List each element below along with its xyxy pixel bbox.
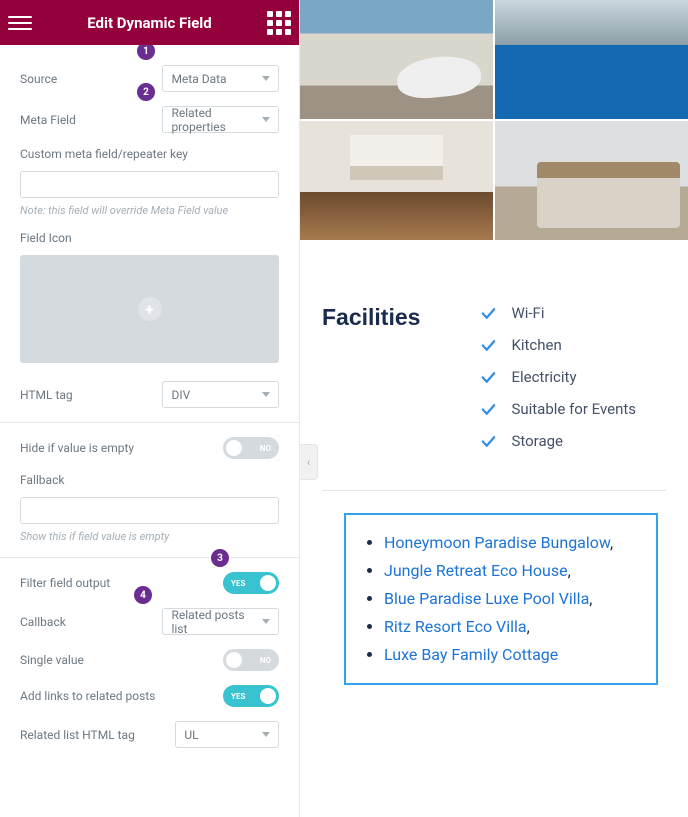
- single-toggle[interactable]: NO: [223, 649, 279, 671]
- apps-grid-icon[interactable]: [267, 11, 291, 35]
- filter-toggle[interactable]: YES: [223, 572, 279, 594]
- panel-body: 1 Source Meta Data 2 Meta Field Related …: [0, 45, 299, 817]
- related-post-item: Luxe Bay Family Cottage: [384, 641, 636, 669]
- editor-panel: Edit Dynamic Field 1 Source Meta Data 2 …: [0, 0, 300, 817]
- facility-item: Kitchen: [480, 336, 636, 354]
- related-post-link[interactable]: Blue Paradise Luxe Pool Villa: [384, 589, 589, 608]
- menu-icon[interactable]: [8, 16, 32, 30]
- photo-bedroom: [495, 121, 688, 240]
- divider: [322, 490, 666, 491]
- source-select[interactable]: Meta Data: [162, 65, 279, 92]
- related-post-link[interactable]: Luxe Bay Family Cottage: [384, 645, 558, 664]
- addlinks-toggle[interactable]: YES: [223, 685, 279, 707]
- related-posts-list: Honeymoon Paradise Bungalow,Jungle Retre…: [376, 529, 636, 669]
- listtag-value: UL: [184, 728, 198, 742]
- callback-select[interactable]: Related posts list: [162, 608, 279, 635]
- listtag-select[interactable]: UL: [175, 721, 279, 748]
- hideempty-label: Hide if value is empty: [20, 441, 134, 455]
- metafield-label: Meta Field: [20, 113, 162, 127]
- chevron-down-icon: [262, 392, 270, 397]
- collapse-panel-icon[interactable]: ‹: [300, 444, 318, 480]
- photo-pool: [495, 0, 688, 119]
- related-post-link[interactable]: Jungle Retreat Eco House: [384, 561, 568, 580]
- hideempty-toggle[interactable]: NO: [223, 437, 279, 459]
- htmltag-value: DIV: [171, 388, 190, 402]
- fallback-note: Show this if field value is empty: [20, 530, 279, 543]
- metafield-value: Related properties: [171, 106, 262, 134]
- related-post-link[interactable]: Ritz Resort Eco Villa: [384, 617, 527, 636]
- fallback-input[interactable]: [20, 497, 279, 524]
- filter-label: Filter field output: [20, 576, 110, 590]
- single-label: Single value: [20, 653, 84, 667]
- facilities-title: Facilities: [322, 304, 420, 450]
- related-post-item: Ritz Resort Eco Villa,: [384, 613, 636, 641]
- plus-icon: +: [138, 297, 162, 321]
- htmltag-select[interactable]: DIV: [162, 381, 279, 408]
- addlinks-label: Add links to related posts: [20, 689, 155, 703]
- step-badge-3: 3: [211, 549, 229, 567]
- related-post-item: Blue Paradise Luxe Pool Villa,: [384, 585, 636, 613]
- photo-kitchen: [300, 121, 493, 240]
- facility-item: Storage: [480, 432, 636, 450]
- htmltag-label: HTML tag: [20, 388, 162, 402]
- facility-item: Suitable for Events: [480, 400, 636, 418]
- metafield-select[interactable]: Related properties: [162, 106, 279, 133]
- chevron-down-icon: [262, 117, 270, 122]
- facility-item: Electricity: [480, 368, 636, 386]
- callback-value: Related posts list: [171, 608, 262, 636]
- related-post-link[interactable]: Honeymoon Paradise Bungalow: [384, 533, 610, 552]
- preview-pane: ‹ Facilities Wi-Fi Kitchen Electricity Suit…: [300, 0, 688, 817]
- icon-picker[interactable]: +: [20, 255, 279, 363]
- fallback-label: Fallback: [20, 473, 279, 487]
- step-badge-1: 1: [137, 45, 155, 60]
- photo-bathroom: [300, 0, 493, 119]
- customkey-note: Note: this field will override Meta Fiel…: [20, 204, 279, 217]
- fieldicon-label: Field Icon: [20, 231, 279, 245]
- topbar: Edit Dynamic Field: [0, 0, 299, 45]
- customkey-label: Custom meta field/repeater key: [20, 147, 279, 161]
- photo-grid: [300, 0, 688, 240]
- customkey-input[interactable]: [20, 171, 279, 198]
- facilities-list: Wi-Fi Kitchen Electricity Suitable for Even…: [480, 304, 636, 450]
- listtag-label: Related list HTML tag: [20, 728, 175, 742]
- source-value: Meta Data: [171, 72, 226, 86]
- related-post-item: Jungle Retreat Eco House,: [384, 557, 636, 585]
- related-post-item: Honeymoon Paradise Bungalow,: [384, 529, 636, 557]
- related-posts-widget[interactable]: Honeymoon Paradise Bungalow,Jungle Retre…: [344, 513, 658, 685]
- step-badge-4: 4: [134, 586, 152, 604]
- facility-item: Wi-Fi: [480, 304, 636, 322]
- panel-title: Edit Dynamic Field: [32, 14, 267, 32]
- chevron-down-icon: [262, 732, 270, 737]
- callback-label: Callback: [20, 615, 162, 629]
- chevron-down-icon: [262, 76, 270, 81]
- chevron-down-icon: [262, 619, 270, 624]
- step-badge-2: 2: [137, 83, 155, 101]
